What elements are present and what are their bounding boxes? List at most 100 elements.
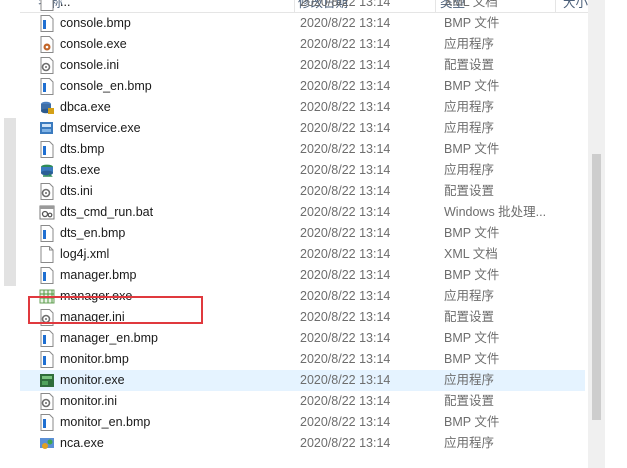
file-name: monitor.bmp	[60, 352, 129, 366]
file-name: dts_en.bmp	[60, 226, 126, 240]
ini-settings-icon	[39, 183, 55, 200]
file-row-partial[interactable]: ... 2020/8/22 13:14 XML 文档	[20, 0, 585, 13]
scrollbar-thumb[interactable]	[592, 154, 601, 420]
file-date: 2020/8/22 13:14	[300, 205, 391, 219]
file-name: dts.exe	[60, 163, 101, 177]
file-type: BMP 文件	[444, 226, 500, 240]
file-name: monitor_en.bmp	[60, 415, 151, 429]
file-row[interactable]: dts_en.bmp 2020/8/22 13:14 BMP 文件	[20, 223, 585, 244]
file-type: XML 文档	[444, 0, 498, 9]
file-date: 2020/8/22 13:14	[300, 0, 391, 9]
file-date: 2020/8/22 13:14	[300, 79, 391, 93]
file-date: 2020/8/22 13:14	[300, 100, 391, 114]
file-date: 2020/8/22 13:14	[300, 289, 391, 303]
file-type: 配置设置	[444, 58, 495, 72]
file-name: nca.exe	[60, 436, 104, 450]
file-type: BMP 文件	[444, 79, 500, 93]
bmp-file-icon	[39, 225, 55, 242]
file-row[interactable]: dts.bmp 2020/8/22 13:14 BMP 文件	[20, 139, 585, 160]
file-date: 2020/8/22 13:14	[300, 16, 391, 30]
bmp-file-icon	[39, 267, 55, 284]
file-date: 2020/8/22 13:14	[300, 352, 391, 366]
file-list: ... 2020/8/22 13:14 XML 文档 console.bmp 2020/…	[20, 0, 585, 468]
ini-settings-icon	[39, 393, 55, 410]
file-row[interactable]: console_en.bmp 2020/8/22 13:14 BMP 文件	[20, 76, 585, 97]
exe-transfer-icon	[39, 162, 55, 179]
blank-file-icon	[39, 246, 55, 263]
file-row[interactable]: console.exe 2020/8/22 13:14 应用程序	[20, 34, 585, 55]
file-row[interactable]: console.bmp 2020/8/22 13:14 BMP 文件	[20, 13, 585, 34]
file-date: 2020/8/22 13:14	[300, 37, 391, 51]
file-type: 应用程序	[444, 373, 495, 387]
bmp-file-icon	[39, 330, 55, 347]
exe-monitor-icon	[39, 372, 55, 389]
file-date: 2020/8/22 13:14	[300, 331, 391, 345]
file-row[interactable]: dts_cmd_run.bat 2020/8/22 13:14 Windows 批处…	[20, 202, 585, 223]
file-name: dmservice.exe	[60, 121, 141, 135]
file-row[interactable]: dts.ini 2020/8/22 13:14 配置设置	[20, 181, 585, 202]
file-row[interactable]: manager_en.bmp 2020/8/22 13:14 BMP 文件	[20, 328, 585, 349]
file-date: 2020/8/22 13:14	[300, 142, 391, 156]
bmp-file-icon	[39, 78, 55, 95]
file-row[interactable]: monitor_en.bmp 2020/8/22 13:14 BMP 文件	[20, 412, 585, 433]
file-name: dbca.exe	[60, 100, 111, 114]
file-row[interactable]: manager.bmp 2020/8/22 13:14 BMP 文件	[20, 265, 585, 286]
blank-file-icon	[39, 0, 55, 11]
file-type: BMP 文件	[444, 268, 500, 282]
file-row[interactable]: monitor.ini 2020/8/22 13:14 配置设置	[20, 391, 585, 412]
file-name: dts.bmp	[60, 142, 105, 156]
file-date: 2020/8/22 13:14	[300, 436, 391, 450]
navigation-pane-scroll-strip	[0, 0, 20, 468]
file-type: 配置设置	[444, 184, 495, 198]
file-date: 2020/8/22 13:14	[300, 310, 391, 324]
file-date: 2020/8/22 13:14	[300, 184, 391, 198]
file-date: 2020/8/22 13:14	[300, 373, 391, 387]
exe-database-icon	[39, 99, 55, 116]
file-name: monitor.ini	[60, 394, 117, 408]
file-row[interactable]: dbca.exe 2020/8/22 13:14 应用程序	[20, 97, 585, 118]
file-name: log4j.xml	[60, 247, 110, 261]
file-row[interactable]: console.ini 2020/8/22 13:14 配置设置	[20, 55, 585, 76]
file-row[interactable]: log4j.xml 2020/8/22 13:14 XML 文档	[20, 244, 585, 265]
file-type: 应用程序	[444, 100, 495, 114]
bmp-file-icon	[39, 15, 55, 32]
file-type: 应用程序	[444, 37, 495, 51]
file-name: ...	[60, 0, 71, 9]
file-row[interactable]: monitor.exe 2020/8/22 13:14 应用程序	[20, 370, 585, 391]
exe-nca-icon	[39, 435, 55, 452]
file-row[interactable]: dts.exe 2020/8/22 13:14 应用程序	[20, 160, 585, 181]
file-date: 2020/8/22 13:14	[300, 121, 391, 135]
file-date: 2020/8/22 13:14	[300, 58, 391, 72]
file-type: BMP 文件	[444, 415, 500, 429]
file-row[interactable]: monitor.bmp 2020/8/22 13:14 BMP 文件	[20, 349, 585, 370]
file-name: console.exe	[60, 37, 127, 51]
bmp-file-icon	[39, 141, 55, 158]
file-name: manager.bmp	[60, 268, 137, 282]
file-date: 2020/8/22 13:14	[300, 226, 391, 240]
file-row[interactable]: nca.exe 2020/8/22 13:14 应用程序	[20, 433, 585, 454]
file-type: 配置设置	[444, 310, 495, 324]
file-type: BMP 文件	[444, 142, 500, 156]
file-name: dts.ini	[60, 184, 93, 198]
file-name: monitor.exe	[60, 373, 125, 387]
file-type: 应用程序	[444, 121, 495, 135]
file-type: 配置设置	[444, 394, 495, 408]
file-name: manager_en.bmp	[60, 331, 158, 345]
file-type: BMP 文件	[444, 16, 500, 30]
file-type: 应用程序	[444, 163, 495, 177]
file-name: dts_cmd_run.bat	[60, 205, 154, 219]
file-date: 2020/8/22 13:14	[300, 163, 391, 177]
file-name: console.bmp	[60, 16, 131, 30]
vertical-scrollbar[interactable]	[588, 0, 605, 468]
file-date: 2020/8/22 13:14	[300, 268, 391, 282]
annotation-highlight-box	[28, 296, 203, 324]
file-type: Windows 批处理...	[444, 205, 547, 219]
file-row[interactable]: dmservice.exe 2020/8/22 13:14 应用程序	[20, 118, 585, 139]
file-type: BMP 文件	[444, 352, 500, 366]
file-name: console.ini	[60, 58, 120, 72]
navigation-pane-scrollbar[interactable]	[4, 118, 16, 286]
bmp-file-icon	[39, 414, 55, 431]
file-name: console_en.bmp	[60, 79, 152, 93]
bmp-file-icon	[39, 351, 55, 368]
file-type: 应用程序	[444, 289, 495, 303]
